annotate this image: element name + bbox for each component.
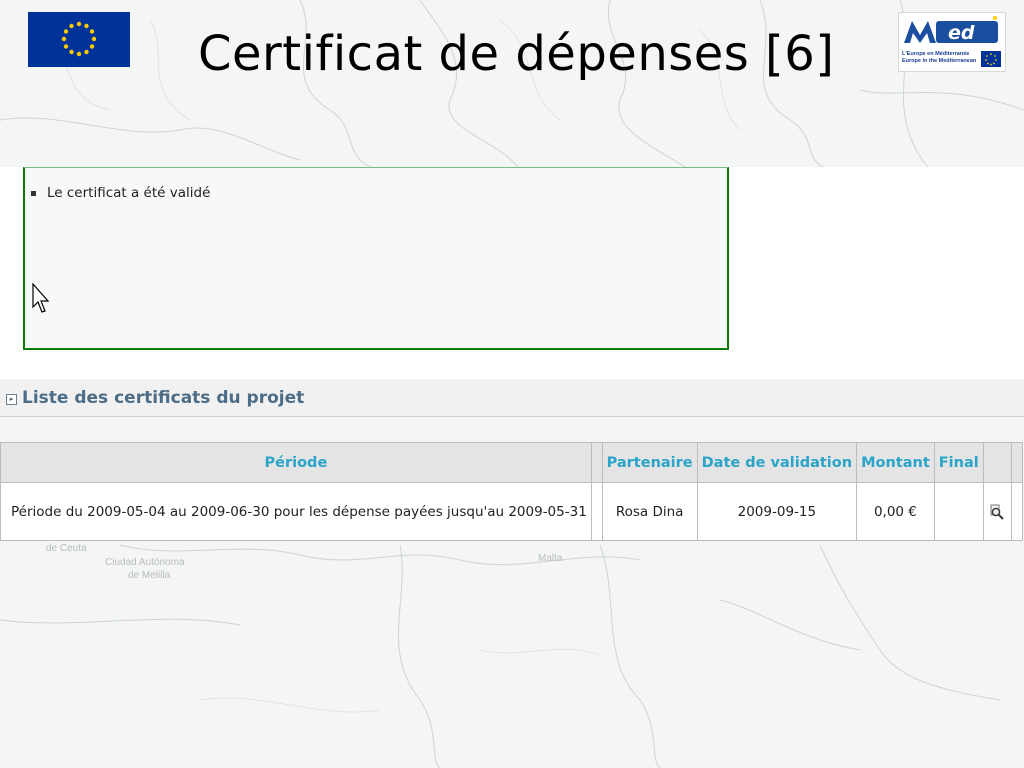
med-wordmark: ed [904, 16, 998, 44]
message-panel: Le certificat a été validé [0, 167, 1024, 379]
message-text: Le certificat a été validé [47, 185, 211, 201]
eu-stars [61, 21, 97, 57]
cell-montant: 0,00 € [856, 482, 935, 541]
header-extra [1011, 442, 1023, 483]
med-tagline: L'Europe en Méditerranée Europe in the M… [902, 51, 977, 64]
cell-empty [590, 482, 603, 541]
cell-final [933, 482, 984, 541]
table-header-row: Période Partenaire Date de validation Mo… [0, 442, 1023, 483]
cell-partenaire: Rosa Dina [601, 482, 698, 541]
header-montant[interactable]: Montant [856, 442, 935, 483]
map-label-ceuta: de Ceuta [46, 543, 87, 554]
expand-icon[interactable]: ▸ [6, 394, 17, 405]
svg-text:ed: ed [948, 22, 975, 44]
bullet-icon [31, 190, 36, 196]
map-label-melilla-1: Ciudad Autónoma [105, 557, 185, 568]
header-action [982, 442, 1013, 483]
table-row: Période du 2009-05-04 au 2009-06-30 pour… [0, 482, 1023, 541]
message-item: Le certificat a été validé [31, 185, 210, 201]
slide-title: Certificat de dépenses [6] [198, 26, 835, 82]
success-message-box: Le certificat a été validé [23, 167, 729, 350]
section-title: Liste des certificats du projet [22, 388, 305, 408]
cell-extra [1011, 482, 1023, 541]
header-date-validation[interactable]: Date de validation [696, 442, 858, 483]
magnifier-icon[interactable] [988, 503, 1006, 521]
header-periode[interactable]: Période [0, 442, 592, 483]
header-partenaire[interactable]: Partenaire [601, 442, 698, 483]
section-header[interactable]: ▸ Liste des certificats du projet [0, 380, 1024, 417]
med-logo: ed L'Europe en Méditerranée Europe in th… [898, 12, 1006, 72]
header-empty [590, 442, 603, 483]
cell-date-validation: 2009-09-15 [696, 482, 858, 541]
header-final[interactable]: Final [933, 442, 984, 483]
map-label-malta: Malta [538, 553, 563, 564]
map-label-melilla-2: de Melilla [128, 570, 171, 581]
certificates-table: Période Partenaire Date de validation Mo… [0, 442, 1023, 541]
cell-view[interactable] [982, 482, 1013, 541]
small-eu-flag [981, 51, 1001, 67]
mouse-cursor-icon [32, 283, 50, 313]
eu-flag-logo [28, 12, 130, 67]
cell-periode: Période du 2009-05-04 au 2009-06-30 pour… [0, 482, 592, 541]
